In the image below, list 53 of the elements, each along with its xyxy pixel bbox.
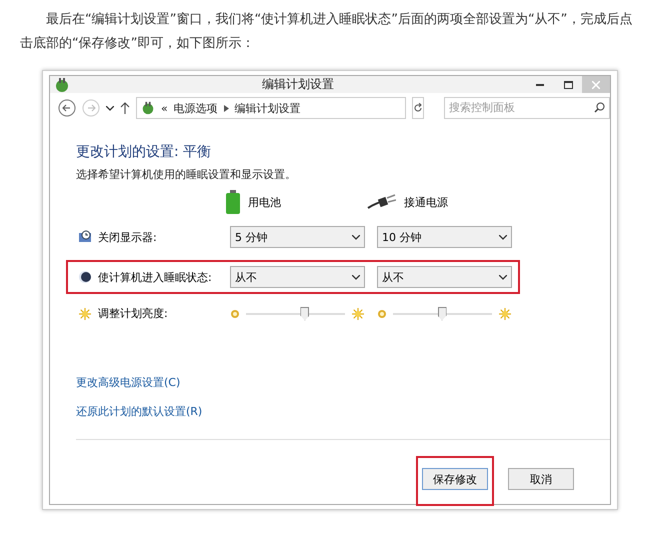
settings-link[interactable]: 更改高级电源设置(C) (76, 375, 180, 390)
search-icon (594, 102, 605, 113)
power-plug-icon (54, 76, 70, 92)
breadcrumb-item[interactable]: 电源选项 (174, 100, 218, 116)
overflow-chevrons[interactable]: « (161, 102, 168, 114)
slider-thumb[interactable] (300, 306, 310, 320)
monitor-clock-icon (78, 230, 92, 244)
cancel-button[interactable]: 取消 (508, 468, 574, 490)
dropdown-select[interactable]: 从不 (377, 266, 512, 288)
breadcrumb-item[interactable]: 编辑计划设置 (234, 100, 301, 116)
dim-brightness-icon (230, 308, 240, 318)
setting-label: 调整计划亮度: (98, 306, 168, 321)
column-label: 接通电源 (404, 194, 448, 210)
brightness-icon (351, 306, 365, 320)
power-plug-icon (366, 194, 396, 210)
address-bar[interactable]: « 电源选项 编辑计划设置 (136, 97, 406, 119)
up-arrow-icon (120, 102, 130, 114)
dropdown-select[interactable]: 10 分钟 (377, 226, 512, 248)
column-label: 用电池 (248, 194, 281, 210)
moon-icon (78, 270, 92, 284)
setting-label: 关闭显示器: (98, 230, 157, 244)
settings-link[interactable]: 还原此计划的默认设置(R) (76, 404, 202, 419)
search-field[interactable]: 搜索控制面板 (444, 97, 610, 119)
dropdown-caret-icon (499, 274, 507, 280)
dropdown-select[interactable]: 从不 (230, 266, 365, 288)
dim-brightness-icon (377, 308, 387, 318)
power-plug-icon (141, 101, 155, 115)
close-icon (592, 80, 600, 88)
dropdown-caret-icon (106, 106, 114, 110)
dropdown-caret-icon (352, 234, 360, 240)
dropdown-caret-icon (499, 234, 507, 240)
history-button[interactable] (106, 106, 114, 110)
refresh-button[interactable] (412, 97, 424, 119)
page-subtitle: 选择希望计算机使用的睡眠设置和显示设置。 (76, 167, 297, 182)
brightness-slider[interactable] (246, 306, 345, 320)
brightness-icon (78, 306, 92, 320)
dropdown-caret-icon (352, 274, 360, 280)
window-title: 编辑计划设置 (261, 76, 335, 93)
brightness-icon (498, 306, 512, 320)
up-button[interactable] (120, 102, 130, 114)
brightness-slider[interactable] (393, 306, 492, 320)
page-heading: 更改计划的设置: 平衡 (76, 143, 212, 161)
breadcrumb-arrow-icon (224, 104, 229, 112)
refresh-icon (413, 103, 423, 113)
dropdown-select[interactable]: 5 分钟 (230, 226, 365, 248)
minimize-icon (536, 84, 544, 86)
slider-thumb[interactable] (438, 306, 446, 320)
maximize-icon (564, 80, 572, 88)
back-button[interactable] (58, 99, 76, 117)
article-paragraph: 最后在“编辑计划设置”窗口，我们将“使计算机进入睡眠状态”后面的两项全部设置为“从不”，完成后点击底部的“保存修改”即可，如下图所示： (20, 11, 634, 53)
setting-label: 使计算机进入睡眠状态: (98, 270, 212, 284)
save-button[interactable]: 保存修改 (422, 468, 488, 490)
battery-icon (226, 190, 240, 214)
